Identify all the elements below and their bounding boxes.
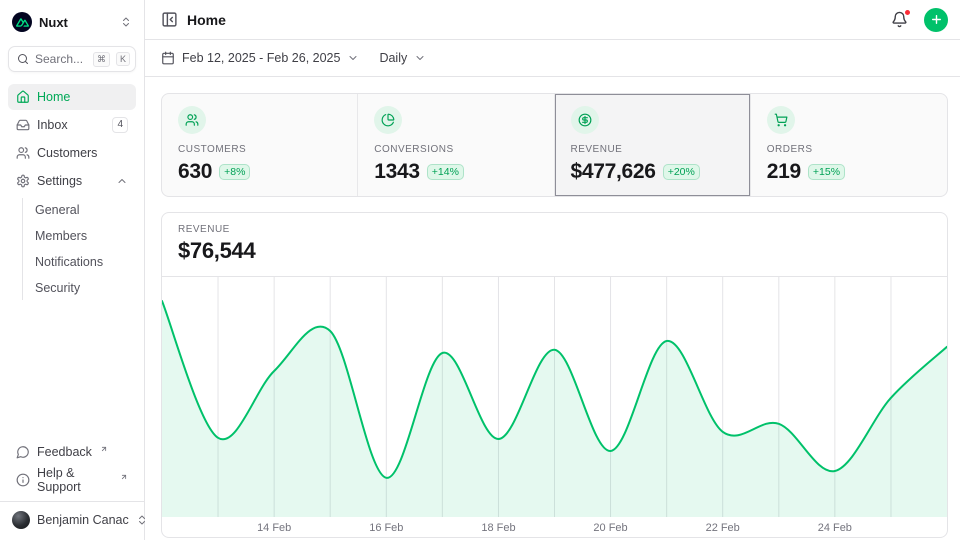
sidebar-item-label: Feedback [37, 445, 92, 459]
svg-text:16 Feb: 16 Feb [369, 522, 403, 534]
sidebar-nav: Home Inbox 4 Customers Settings General … [8, 84, 136, 302]
info-circle-icon [16, 473, 30, 487]
period-value: Daily [379, 51, 407, 65]
sidebar-item-settings[interactable]: Settings [8, 168, 136, 194]
page-header: Home [145, 0, 960, 40]
sidebar-item-help-support[interactable]: Help & Support [8, 467, 136, 493]
gear-icon [16, 174, 30, 188]
panel-left-close-icon [161, 11, 178, 28]
search-placeholder: Search... [35, 52, 87, 66]
chevron-down-icon [347, 52, 359, 64]
stat-label: CONVERSIONS [374, 144, 537, 155]
svg-text:18 Feb: 18 Feb [481, 522, 515, 534]
add-button[interactable] [924, 8, 948, 32]
external-link-icon [120, 473, 128, 481]
main-area: Home Feb 12, 2025 - Feb 26, 2025 Daily C… [145, 0, 960, 540]
stat-card-conversions[interactable]: CONVERSIONS 1343 +14% [358, 94, 554, 196]
sidebar-item-inbox[interactable]: Inbox 4 [8, 112, 136, 138]
plus-icon [930, 13, 943, 26]
workspace-switcher[interactable]: Nuxt [8, 8, 136, 36]
users-icon [16, 146, 30, 160]
sidebar-subitem-notifications[interactable]: Notifications [27, 250, 136, 274]
sidebar-item-label: Customers [37, 146, 128, 160]
sidebar-item-home[interactable]: Home [8, 84, 136, 110]
workspace-name: Nuxt [39, 15, 113, 30]
sidebar-item-feedback[interactable]: Feedback [8, 439, 136, 465]
revenue-chart-svg: 14 Feb 16 Feb 18 Feb 20 Feb 22 Feb 24 Feb [162, 277, 947, 537]
stat-value: 630 [178, 160, 212, 184]
chart-pie-icon [381, 113, 395, 127]
notification-dot [904, 9, 911, 16]
chart-header: REVENUE $76,544 [162, 213, 947, 277]
external-link-icon [100, 445, 108, 453]
filters-toolbar: Feb 12, 2025 - Feb 26, 2025 Daily [145, 40, 960, 77]
stat-change-badge: +8% [219, 164, 250, 180]
kbd-cmd: ⌘ [93, 52, 110, 67]
stat-change-badge: +14% [427, 164, 464, 180]
stat-card-customers[interactable]: CUSTOMERS 630 +8% [162, 94, 358, 196]
stat-change-badge: +20% [663, 164, 700, 180]
sidebar-subitem-general[interactable]: General [27, 198, 136, 222]
inbox-icon [16, 118, 30, 132]
nuxt-logo-icon [12, 12, 32, 32]
stat-change-badge: +15% [808, 164, 845, 180]
users-icon [185, 113, 199, 127]
notifications-button[interactable] [889, 9, 910, 30]
shopping-cart-icon [774, 113, 788, 127]
revenue-area-chart[interactable]: 14 Feb 16 Feb 18 Feb 20 Feb 22 Feb 24 Feb [162, 277, 947, 537]
stat-card-revenue[interactable]: REVENUE $477,626 +20% [555, 94, 751, 196]
inbox-count-badge: 4 [112, 117, 128, 133]
kbd-k: K [116, 52, 130, 66]
date-range-value: Feb 12, 2025 - Feb 26, 2025 [182, 51, 340, 65]
home-icon [16, 90, 30, 104]
sidebar-item-label: Home [37, 90, 128, 104]
chart-metric-value: $76,544 [178, 238, 931, 264]
stat-label: CUSTOMERS [178, 144, 341, 155]
search-input[interactable]: Search... ⌘ K [8, 46, 136, 72]
stat-card-orders[interactable]: ORDERS 219 +15% [751, 94, 947, 196]
chevron-up-icon [116, 175, 128, 187]
user-name: Benjamin Canac [37, 513, 129, 527]
dashboard-content: CUSTOMERS 630 +8% CONVERSIONS 1343 +14% [145, 77, 960, 540]
svg-text:22 Feb: 22 Feb [706, 522, 740, 534]
sidebar-subitem-security[interactable]: Security [27, 276, 136, 300]
date-range-picker[interactable]: Feb 12, 2025 - Feb 26, 2025 [161, 51, 359, 65]
sidebar-collapse-button[interactable] [161, 11, 178, 28]
circle-dollar-icon [578, 113, 592, 127]
stat-value: 1343 [374, 160, 420, 184]
sidebar-item-label: Settings [37, 174, 109, 188]
settings-subnav: General Members Notifications Security [22, 198, 136, 300]
sidebar-item-label: Inbox [37, 118, 105, 132]
stat-label: REVENUE [571, 144, 734, 155]
sidebar-footer-nav: Feedback Help & Support [8, 439, 136, 493]
svg-text:20 Feb: 20 Feb [593, 522, 627, 534]
stats-cards: CUSTOMERS 630 +8% CONVERSIONS 1343 +14% [161, 93, 948, 197]
stat-label: ORDERS [767, 144, 931, 155]
avatar [12, 511, 30, 529]
period-select[interactable]: Daily [379, 51, 426, 65]
sidebar-item-customers[interactable]: Customers [8, 140, 136, 166]
calendar-icon [161, 51, 175, 65]
svg-text:24 Feb: 24 Feb [818, 522, 852, 534]
chevron-down-icon [414, 52, 426, 64]
revenue-chart-panel: REVENUE $76,544 14 Feb 16 Feb 18 Feb 20 Feb… [161, 212, 948, 538]
sidebar-item-label: Help & Support [37, 466, 112, 494]
search-icon [17, 53, 29, 65]
stat-value: $477,626 [571, 160, 656, 184]
svg-text:14 Feb: 14 Feb [257, 522, 291, 534]
page-title: Home [187, 12, 880, 28]
chevrons-up-down-icon [120, 16, 132, 28]
stat-value: 219 [767, 160, 801, 184]
sidebar-subitem-members[interactable]: Members [27, 224, 136, 248]
message-circle-icon [16, 445, 30, 459]
chart-metric-label: REVENUE [178, 224, 931, 235]
sidebar: Nuxt Search... ⌘ K Home Inbox 4 Customer… [0, 0, 145, 540]
user-menu[interactable]: Benjamin Canac [0, 501, 144, 532]
